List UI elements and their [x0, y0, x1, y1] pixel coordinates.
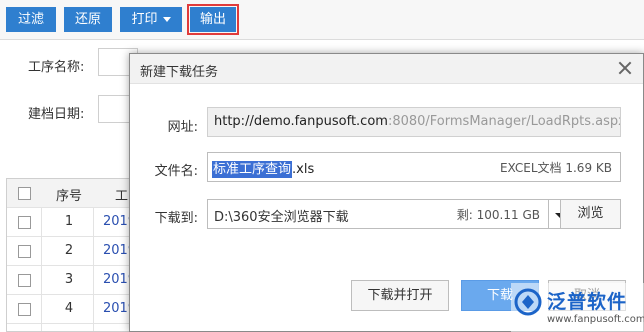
browse-button[interactable]: 浏览	[560, 199, 621, 229]
row-checkbox[interactable]	[18, 274, 31, 287]
free-space: 剩: 100.11 GB	[456, 208, 540, 222]
print-button-label: 打印	[131, 12, 158, 27]
table-row[interactable]: 2 2019	[7, 237, 136, 266]
brand-url: www.fanpusoft.com	[547, 314, 644, 325]
url-field: http://demo.fanpusoft.com:8080/FormsMana…	[207, 107, 621, 137]
row-number: 2	[64, 243, 74, 258]
column-header-no: 序号	[55, 189, 82, 204]
filename-input[interactable]: 标准工序查询.xls EXCEL文档 1.69 KB	[207, 152, 621, 182]
toolbar: 过滤 还原 打印 输出	[0, 0, 644, 40]
brand-name: 泛普软件	[547, 291, 628, 313]
table-row[interactable]: 1 2019	[7, 208, 136, 237]
data-grid: 序号 工 1 2019 2 2019 3 2019 4 2019	[6, 178, 136, 332]
dialog-titlebar[interactable]: 新建下载任务	[130, 54, 643, 84]
filter-button[interactable]: 过滤	[6, 7, 56, 32]
process-name-label: 工序名称:	[28, 60, 85, 75]
download-path-select[interactable]: D:\360安全浏览器下载 剩: 100.11 GB	[207, 199, 549, 229]
filename-extension: .xls	[292, 162, 315, 177]
table-header-row: 序号 工	[7, 179, 135, 208]
print-button[interactable]: 打印	[120, 7, 182, 32]
restore-button[interactable]: 还原	[64, 7, 112, 32]
brand-watermark: 泛普软件 www.fanpusoft.com	[511, 283, 644, 332]
row-number: 1	[64, 214, 74, 229]
row-checkbox[interactable]	[18, 303, 31, 316]
close-icon[interactable]	[617, 60, 633, 76]
download-and-open-button[interactable]: 下载并打开	[351, 280, 449, 311]
download-to-label: 下载到:	[154, 211, 198, 226]
row-checkbox[interactable]	[18, 216, 31, 229]
url-path: :8080/FormsManager/LoadRpts.aspx?Rptid	[387, 114, 620, 129]
export-highlight-box	[187, 4, 239, 35]
file-type-size: EXCEL文档 1.69 KB	[499, 161, 612, 175]
create-date-label: 建档日期:	[28, 107, 85, 122]
column-header-name: 工	[115, 189, 129, 204]
table-row[interactable]: 4 2019	[7, 295, 136, 324]
table-row[interactable]: 3 2019	[7, 266, 136, 295]
dialog-title: 新建下载任务	[140, 65, 219, 80]
url-host: http://demo.fanpusoft.com	[214, 114, 388, 129]
filename-selected-text: 标准工序查询	[212, 161, 293, 178]
row-checkbox[interactable]	[18, 245, 31, 258]
brand-logo-icon	[514, 288, 542, 316]
row-number: 4	[64, 301, 74, 316]
row-number: 3	[64, 272, 74, 287]
url-label: 网址:	[167, 120, 198, 135]
chevron-down-icon	[162, 17, 171, 22]
select-all-checkbox[interactable]	[18, 187, 31, 200]
download-path-value: D:\360安全浏览器下载	[214, 210, 349, 225]
filename-label: 文件名:	[154, 164, 198, 179]
